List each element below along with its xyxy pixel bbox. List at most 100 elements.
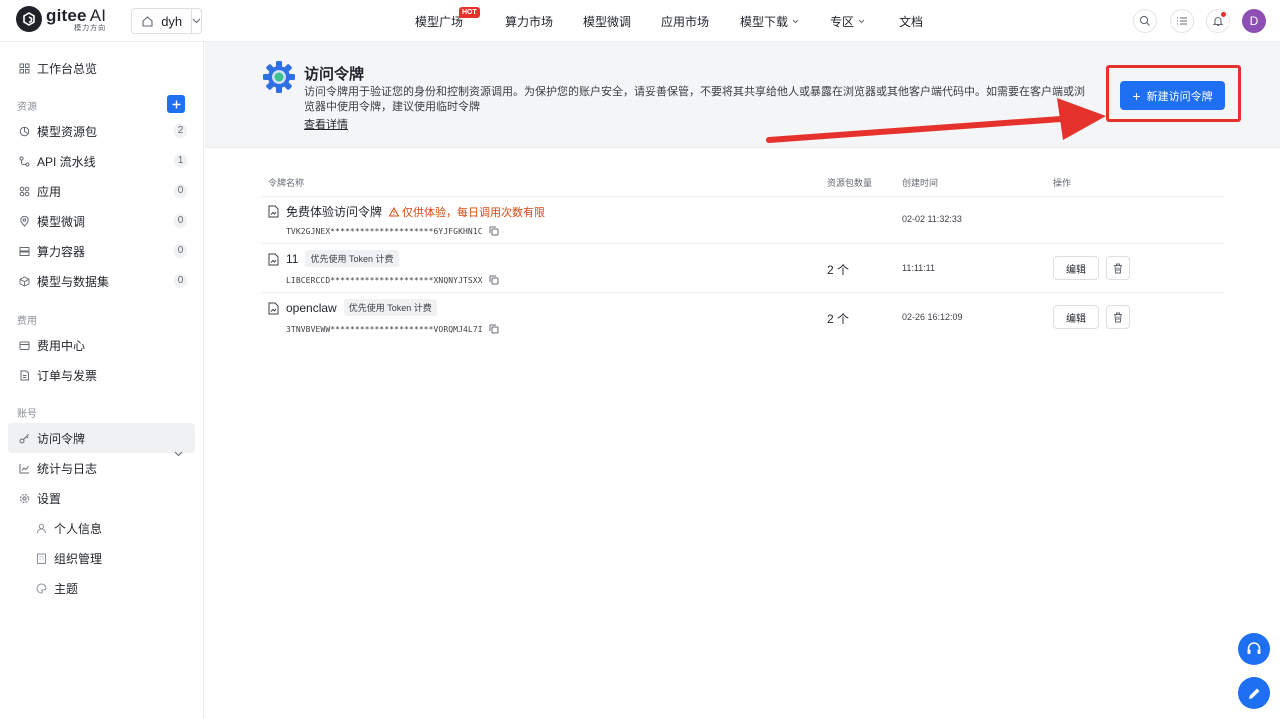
new-token-button[interactable]: + 新建访问令牌 [1120, 81, 1225, 110]
token-name: openclaw 优先使用 Token 计费 [286, 299, 437, 316]
invoice-icon [18, 369, 30, 381]
workspace-name: dyh [161, 13, 183, 29]
sidebar-item-settings[interactable]: 设置 [8, 483, 195, 513]
workspace-switcher[interactable]: dyh [131, 8, 202, 34]
section-billing: 费用 [17, 316, 37, 327]
view-details-link[interactable]: 查看详情 [304, 116, 348, 132]
feedback-button[interactable] [1238, 677, 1270, 709]
token-file-icon [268, 302, 279, 315]
col-header-actions: 操作 [1053, 178, 1072, 188]
token-created: 02-02 11:32:33 [902, 214, 962, 224]
location-icon [18, 215, 30, 227]
sidebar-item-model-packages[interactable]: 模型资源包 2 [8, 116, 195, 146]
sidebar-item-fine-tuning[interactable]: 模型微调 0 [8, 206, 195, 236]
package-icon [18, 125, 30, 137]
sidebar-item-models-datasets[interactable]: 模型与数据集 0 [8, 266, 195, 296]
col-header-name: 令牌名称 [268, 178, 305, 188]
count-badge: 0 [174, 274, 187, 288]
token-packages: 2 个 [827, 312, 850, 326]
plus-icon [172, 100, 181, 109]
warning-icon [389, 206, 400, 216]
copy-icon[interactable] [489, 324, 499, 334]
sidebar-item-orders-invoices[interactable]: 订单与发票 [8, 360, 195, 390]
sidebar-item-org-management[interactable]: 组织管理 [26, 544, 195, 572]
trash-icon [1113, 312, 1123, 323]
nav-app-market[interactable]: 应用市场 [661, 0, 709, 42]
apps-icon [18, 185, 30, 197]
token-file-icon [268, 205, 279, 218]
list-button[interactable] [1170, 9, 1194, 33]
token-key: TVK2GJNEX*********************6YJFGKHN1C [286, 226, 499, 236]
headset-icon [1246, 641, 1262, 657]
top-bar: gitee AI 模力方向 dyh 模型广场 HOT 算力市场 模型微调 应用市场… [0, 0, 1280, 42]
home-icon [141, 15, 158, 28]
palette-icon [36, 582, 47, 594]
section-resources: 资源 [17, 102, 37, 113]
nav-docs[interactable]: 文档 [899, 0, 923, 42]
search-button[interactable] [1133, 9, 1157, 33]
count-badge: 2 [174, 124, 187, 138]
delete-button[interactable] [1106, 256, 1130, 280]
nav-model-download[interactable]: 模型下载 [740, 0, 799, 42]
edit-button[interactable]: 编辑 [1053, 305, 1099, 329]
building-icon [36, 553, 47, 564]
list-icon [1176, 15, 1188, 27]
sidebar-item-api-pipeline[interactable]: API 流水线 1 [8, 146, 195, 176]
page-title: 访问令牌 [304, 66, 365, 83]
brand-ai: AI [89, 5, 107, 25]
edit-button[interactable]: 编辑 [1053, 256, 1099, 280]
token-file-icon [268, 253, 279, 266]
token-created: 11:11:11 [902, 263, 936, 273]
sidebar-item-overview[interactable]: 工作台总览 [8, 53, 195, 83]
token-key: 3TNVBVEWW*********************VORQMJ4L7I [286, 324, 499, 334]
chart-line-icon [18, 462, 30, 474]
sidebar-item-billing-center[interactable]: 费用中心 [8, 330, 195, 360]
chevron-down-icon[interactable] [174, 451, 183, 457]
sidebar-item-apps[interactable]: 应用 0 [8, 176, 195, 206]
token-packages: 2 个 [827, 263, 850, 277]
col-header-created: 创建时间 [902, 178, 939, 188]
sidebar-item-stats-logs[interactable]: 统计与日志 [8, 453, 195, 483]
add-resource-button[interactable] [167, 95, 185, 113]
billing-tag: 优先使用 Token 计费 [343, 299, 437, 316]
token-key: LIBCERCCD*********************XNQNYJTSXX [286, 275, 499, 285]
brand-name: gitee [46, 5, 87, 25]
user-icon [36, 523, 47, 534]
pipeline-icon [18, 155, 30, 167]
key-icon [18, 432, 30, 444]
sidebar-item-compute-container[interactable]: 算力容器 0 [8, 236, 195, 266]
token-name: 免费体验访问令牌 仅供体验，每日调用次数有限 [286, 205, 546, 219]
brand-tagline: 模力方向 [74, 24, 107, 32]
support-button[interactable] [1238, 633, 1270, 665]
cube-icon [18, 275, 30, 287]
gitee-ai-logo[interactable]: gitee AI 模力方向 [16, 6, 106, 32]
token-created: 02-26 16:12:09 [902, 312, 963, 322]
trash-icon [1113, 263, 1123, 274]
pencil-icon [1247, 686, 1262, 701]
copy-icon[interactable] [489, 226, 499, 236]
nav-fine-tuning[interactable]: 模型微调 [583, 0, 631, 42]
delete-button[interactable] [1106, 305, 1130, 329]
copy-icon[interactable] [489, 275, 499, 285]
nav-zones[interactable]: 专区 [830, 0, 865, 42]
sidebar-item-access-tokens[interactable]: 访问令牌 [8, 423, 195, 453]
count-badge: 1 [174, 154, 187, 168]
chevron-down-icon[interactable] [192, 18, 201, 24]
user-avatar[interactable]: D [1242, 9, 1266, 33]
server-icon [18, 245, 30, 257]
red-arrow-annotation [765, 98, 1115, 148]
sidebar-item-profile[interactable]: 个人信息 [26, 514, 195, 542]
gitee-logo-icon [16, 6, 42, 32]
notification-dot [1221, 12, 1226, 17]
nav-compute-market[interactable]: 算力市场 [505, 0, 553, 42]
count-badge: 0 [174, 214, 187, 228]
section-account: 账号 [17, 409, 37, 420]
chevron-down-icon [792, 19, 799, 24]
sidebar-item-theme[interactable]: 主题 [26, 574, 195, 602]
gear-icon [18, 492, 30, 504]
col-header-packages: 资源包数量 [827, 178, 873, 188]
wallet-icon [18, 339, 30, 351]
nav-model-square[interactable]: 模型广场 [415, 0, 463, 42]
count-badge: 0 [174, 244, 187, 258]
notifications-button[interactable] [1206, 9, 1230, 33]
